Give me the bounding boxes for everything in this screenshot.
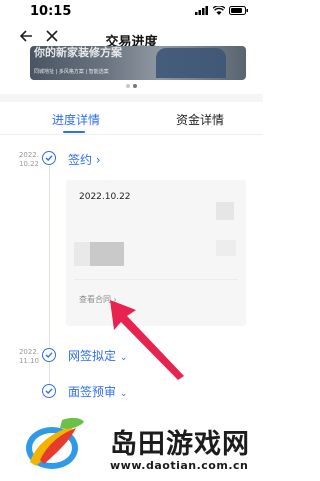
timeline-date: 2022. 10.22 [16, 151, 42, 169]
check-circle-icon [42, 384, 56, 398]
promo-banner[interactable]: 你的新家装修方案 同城地址 | 多风格方案 | 智能选案 [30, 46, 246, 80]
watermark-logo [26, 417, 84, 469]
banner-title: 你的新家装修方案 [34, 46, 122, 59]
status-time: 10:15 [30, 4, 72, 19]
timeline-date: 2022. 11.10 [16, 348, 42, 366]
section-divider [0, 94, 263, 102]
step-pre-review[interactable]: 面签预审 ⌄ [68, 383, 127, 400]
annotation-arrow-icon [110, 300, 184, 380]
tab-bar: 进度详情 资金详情 [0, 104, 263, 134]
tab-fund-details[interactable]: 资金详情 [176, 111, 224, 128]
date-line: 10.22 [18, 160, 40, 168]
status-bar: 10:15 [0, 0, 263, 24]
chevron-down-icon: ⌄ [119, 389, 128, 399]
banner-subtitle: 同城地址 | 多风格方案 | 智能选案 [34, 69, 109, 75]
status-icons [195, 6, 249, 15]
wifi-icon [213, 6, 225, 15]
step-label: 签约 [68, 153, 93, 167]
blurred-content [90, 242, 124, 266]
check-circle-icon [42, 151, 56, 165]
pagination-dot [126, 84, 130, 88]
step-label: 面签预审 [68, 385, 117, 399]
date-line: 11.10 [18, 357, 40, 365]
watermark-name: 岛田游戏网 [110, 429, 250, 460]
date-line: 2022. [18, 348, 40, 356]
banner-pagination [126, 84, 137, 88]
step-signing[interactable]: 签约 › [68, 151, 101, 168]
blurred-content [216, 240, 236, 256]
contract-date: 2022.10.22 [79, 192, 131, 202]
pagination-dot-active [133, 84, 137, 88]
tab-divider [0, 134, 263, 135]
date-line: 2022. [18, 151, 40, 159]
blurred-content [216, 202, 234, 220]
banner-image [156, 48, 226, 78]
signal-icon [195, 6, 208, 15]
check-circle-icon [42, 348, 56, 362]
watermark-url: www.daotian.com.cn [110, 459, 249, 472]
tab-progress-details[interactable]: 进度详情 [52, 111, 100, 128]
battery-icon [229, 6, 248, 15]
active-tab-indicator [63, 131, 85, 133]
chevron-right-icon: › [95, 153, 101, 167]
site-watermark: 岛田游戏网 www.daotian.com.cn [0, 408, 263, 481]
card-divider [74, 279, 238, 280]
blurred-content [74, 242, 90, 266]
